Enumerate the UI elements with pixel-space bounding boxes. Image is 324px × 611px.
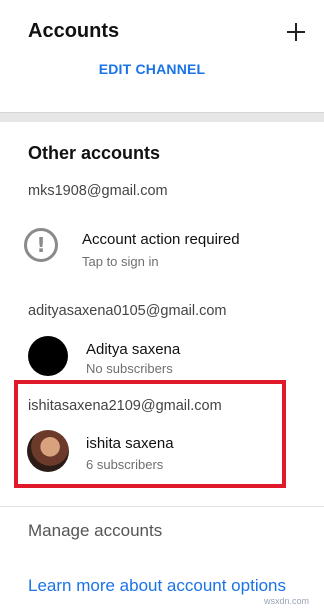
footer-divider bbox=[0, 506, 324, 507]
other-accounts-heading: Other accounts bbox=[28, 143, 161, 163]
account-subscribers: No subscribers bbox=[86, 361, 173, 376]
account-name[interactable]: Account action required bbox=[82, 231, 240, 248]
alert-icon: ! bbox=[24, 228, 58, 262]
account-email: adityasaxena0105@gmail.com bbox=[28, 303, 227, 319]
account-email: mks1908@gmail.com bbox=[28, 183, 168, 199]
edit-channel-button[interactable]: EDIT CHANNEL bbox=[0, 61, 304, 77]
plus-icon bbox=[287, 23, 305, 41]
manage-accounts-link[interactable]: Manage accounts bbox=[28, 521, 162, 541]
account-status: Tap to sign in bbox=[82, 254, 159, 269]
highlight-box bbox=[14, 380, 286, 488]
page-title: Accounts bbox=[28, 20, 120, 42]
section-divider-band bbox=[0, 113, 324, 122]
add-account-button[interactable] bbox=[284, 20, 308, 44]
learn-more-link[interactable]: Learn more about account options bbox=[28, 576, 286, 596]
account-name[interactable]: Aditya saxena bbox=[86, 341, 180, 358]
watermark: wsxdn.com bbox=[264, 596, 310, 606]
avatar[interactable] bbox=[28, 336, 68, 376]
